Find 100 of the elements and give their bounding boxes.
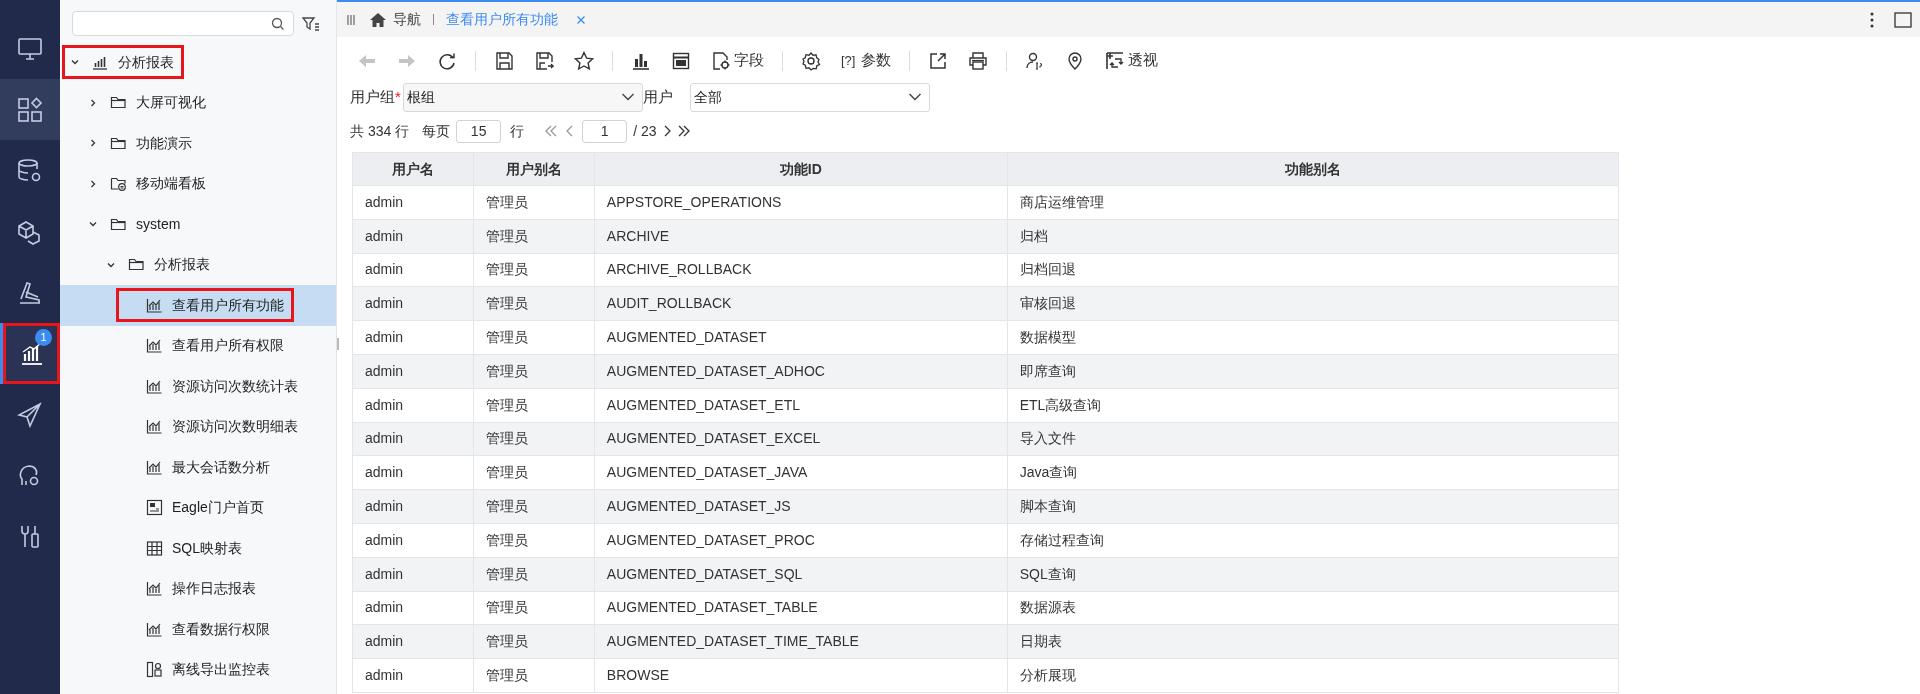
caret-right-icon[interactable] [88,138,98,149]
tree-label: 分析报表 [118,52,174,72]
tree-item[interactable]: 移动端看板 [60,163,336,204]
tree-item[interactable]: 最大会话数分析 [60,447,336,488]
next-page-icon[interactable] [662,124,673,138]
tree-item[interactable]: 资源访问次数明细表 [60,406,336,447]
settings-icon [801,50,821,71]
tree-label: system [136,214,181,234]
layout-icon [671,50,691,71]
table-cell: admin [352,591,474,625]
monitor-icon [17,35,43,62]
tree-label: 分析报表 [154,255,210,275]
chevron-down-icon [907,92,922,102]
tab[interactable]: 导航 [369,3,421,36]
database-gear-icon [17,157,43,184]
tree-item[interactable]: 功能演示 [60,123,336,164]
table-cell: 管理员 [473,219,595,254]
sidebar-item[interactable] [0,79,60,140]
table-cell: admin [352,286,474,321]
line-chart-icon [146,337,163,355]
page-number-field[interactable]: 1 [582,119,628,143]
table-cell: AUGMENTED_DATASET [594,320,1008,355]
tree-item[interactable]: system [60,204,336,245]
tree-item[interactable]: 查看用户所有功能 [60,285,336,326]
tree-item[interactable]: 资源访问次数统计表 [60,366,336,407]
table-cell: 归档 [1007,219,1619,254]
column-header[interactable]: 用户名 [352,152,474,186]
tree-item[interactable]: Eagle门户首页 [60,487,336,528]
table-cell: 审核回退 [1007,286,1619,321]
line-chart-icon [146,580,163,598]
tree-label: 功能演示 [136,133,192,153]
tree-label: 移动端看板 [136,174,206,194]
column-header[interactable]: 用户别名 [473,152,595,186]
table-cell: 管理员 [473,286,595,321]
star-icon [574,50,594,71]
close-icon[interactable] [576,14,586,25]
caret-right-icon[interactable] [88,178,98,189]
print-icon [968,50,989,71]
line-chart-icon [146,620,163,638]
table-cell: 管理员 [473,422,595,456]
tree-item[interactable]: 分析报表 [60,244,336,285]
highlight-frame [3,323,60,384]
table-cell: 管理员 [473,185,595,220]
dropdown[interactable]: 根组 [402,82,643,112]
param-button[interactable]: [?] 参数 [831,45,902,76]
tree-item[interactable]: 分析报表 [60,42,336,83]
tree-item[interactable]: 大屏可视化 [60,82,336,123]
notification-count: 1 [35,329,52,346]
tree-item[interactable]: 查看数据行权限 [60,609,336,650]
table-cell: 管理员 [473,354,595,389]
page-total: / 23 [633,121,657,141]
table-cell: admin [352,253,474,287]
maximize-icon[interactable] [1894,11,1912,28]
page-size-field[interactable]: 15 [456,119,502,143]
table-cell: ETL高级查询 [1007,388,1619,423]
table-cell: AUGMENTED_DATASET_TABLE [594,591,1008,625]
search-field[interactable] [72,11,294,36]
menu-handle-icon[interactable] [347,14,355,25]
column-header[interactable]: 功能ID [594,152,1008,186]
column-header[interactable]: 功能别名 [1007,152,1619,186]
tree-label: 查看数据行权限 [172,619,270,639]
table-cell: SQL查询 [1007,557,1619,592]
tree-label: 大屏可视化 [136,93,206,113]
folder-icon [110,175,127,193]
filter-icon[interactable] [302,15,320,32]
table-cell: admin [352,185,474,220]
table-cell: Java查询 [1007,455,1619,490]
table-cell: 数据模型 [1007,320,1619,355]
dropdown[interactable]: 全部 [689,82,930,112]
tree-item[interactable]: SQL映射表 [60,528,336,569]
line-chart-icon [146,418,163,436]
tree-label: Eagle门户首页 [172,498,264,518]
field-button[interactable]: 字段 [701,45,774,76]
caret-right-icon[interactable] [88,97,98,108]
table-cell: AUDIT_ROLLBACK [594,286,1008,321]
tree-item[interactable]: 操作日志报表 [60,568,336,609]
table-cell: AUGMENTED_DATASET_JS [594,489,1008,524]
export-icon [928,50,949,71]
table-cell: 管理员 [473,523,595,558]
table-cell: AUGMENTED_DATASET_PROC [594,523,1008,558]
document-gear-icon [711,50,731,71]
monitor-report-icon [146,661,163,679]
last-page-icon[interactable] [676,124,691,138]
previous-page-icon[interactable] [564,124,575,138]
more-icon[interactable] [1870,11,1874,28]
grid-shapes-icon [17,96,43,123]
row-count: 共 334 行 [350,121,410,141]
table-cell: 商店运维管理 [1007,185,1619,220]
table-cell: BROWSE [594,658,1008,693]
field-label: 用户组* [350,86,401,107]
pivot-button[interactable]: 透视 [1095,45,1169,76]
tree-item[interactable]: 查看用户所有权限 [60,325,336,366]
first-page-icon[interactable] [544,124,559,138]
table-cell: 归档回退 [1007,253,1619,287]
tree-item[interactable]: 离线导出监控表 [60,649,336,690]
table-cell: AUGMENTED_DATASET_EXCEL [594,422,1008,456]
tree-label: 资源访问次数统计表 [172,376,298,396]
table-cell: 管理员 [473,388,595,423]
home-icon [369,11,387,28]
table-cell: 存储过程查询 [1007,523,1619,558]
